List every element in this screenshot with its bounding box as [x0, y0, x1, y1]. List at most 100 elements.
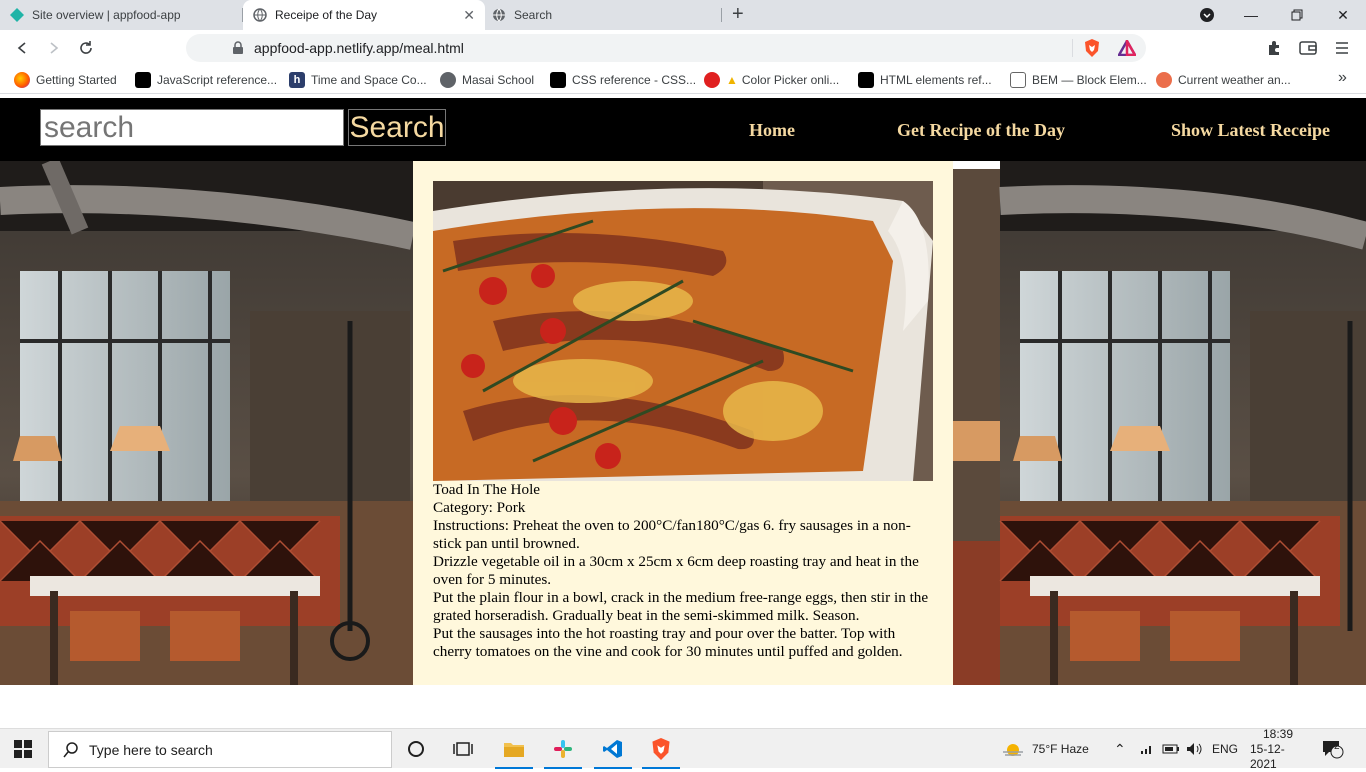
omnibox-divider [1072, 39, 1073, 57]
tab-divider [721, 8, 722, 22]
bookmark-label: Getting Started [36, 73, 117, 87]
haze-weather-icon [1003, 744, 1023, 756]
nav-recipe-of-the-day[interactable]: Get Recipe of the Day [897, 120, 1065, 141]
bookmarks-bar: Getting Started JavaScript reference... … [0, 66, 1366, 94]
brave-shield-icon[interactable] [1084, 39, 1100, 57]
input-language[interactable]: ENG [1212, 729, 1238, 769]
close-window-icon[interactable]: ✕ [1320, 0, 1366, 30]
bookmark-label: Color Picker onli... [741, 73, 840, 87]
mdn-icon [550, 72, 566, 88]
search-button[interactable]: Search [348, 109, 446, 146]
brave-browser-icon[interactable] [638, 729, 684, 769]
bookmark-current-weather[interactable]: Current weather an... [1156, 72, 1291, 88]
tab-receipe-of-the-day[interactable]: Receipe of the Day ✕ [243, 0, 485, 30]
bookmark-label: Masai School [462, 73, 535, 87]
show-hidden-icons-icon[interactable]: ⌃ [1114, 729, 1126, 769]
globe-icon [493, 8, 505, 22]
tab-label: Search [514, 8, 553, 22]
extensions-icon[interactable] [1262, 36, 1286, 60]
volume-icon[interactable] [1186, 729, 1202, 769]
taskbar-search-placeholder: Type here to search [89, 741, 213, 758]
bookmark-getting-started[interactable]: Getting Started [14, 72, 117, 88]
netlify-icon [10, 8, 24, 22]
firefox-icon [14, 72, 30, 88]
bookmark-label: CSS reference - CSS... [572, 73, 697, 87]
slack-icon[interactable] [540, 729, 586, 769]
reload-icon[interactable] [74, 36, 98, 60]
nav-latest-receipe[interactable]: Show Latest Receipe [1171, 120, 1330, 141]
instruction-step: Put the plain flour in a bowl, crack in … [433, 589, 929, 624]
bookmark-javascript-reference[interactable]: JavaScript reference... [135, 72, 277, 88]
globe-icon [253, 8, 267, 22]
minimize-icon[interactable]: — [1228, 0, 1274, 30]
menu-icon[interactable] [1330, 36, 1354, 60]
h-icon: h [289, 72, 305, 88]
bookmark-masai-school[interactable]: Masai School [440, 72, 534, 88]
bookmark-html-elements[interactable]: HTML elements ref... [858, 72, 992, 88]
restaurant-background-image [0, 161, 413, 685]
lock-icon [233, 41, 243, 54]
nav-home[interactable]: Home [749, 120, 795, 141]
meal-category: Category: Pork [433, 499, 526, 516]
bookmark-label: Time and Space Co... [311, 73, 427, 87]
weather-widget[interactable]: 75°F Haze [1002, 729, 1089, 769]
bookmarks-overflow-icon[interactable]: » [1338, 69, 1347, 87]
instruction-step: Put the sausages into the hot roasting t… [433, 625, 903, 660]
globe-icon [440, 72, 456, 88]
new-tab-icon[interactable]: + [732, 3, 744, 26]
back-icon[interactable] [10, 36, 34, 60]
tab-search[interactable]: Search [492, 0, 720, 30]
notification-count: 2 [1334, 741, 1340, 752]
bookmark-label: JavaScript reference... [157, 73, 278, 87]
tab-search-dropdown-icon[interactable] [1184, 0, 1230, 30]
tab-site-overview[interactable]: Site overview | appfood-app [10, 0, 242, 30]
weather-text: 75°F Haze [1032, 742, 1089, 756]
search-input[interactable] [40, 109, 344, 146]
windows-taskbar: Type here to search 75°F Haze ⌃ ENG 18:3… [0, 726, 1366, 771]
bookmark-bem[interactable]: BEM — Block Elem... [1010, 72, 1147, 88]
clock[interactable]: 18:39 15-12-2021 [1250, 726, 1306, 771]
bookmark-label: Current weather an... [1178, 73, 1291, 87]
forward-icon[interactable] [42, 36, 66, 60]
document-icon [1010, 72, 1026, 88]
address-bar[interactable]: appfood-app.netlify.app/meal.html [186, 34, 1146, 62]
instruction-step: Instructions: Preheat the oven to 200°C/… [433, 517, 911, 552]
windows-start-icon[interactable] [0, 729, 46, 769]
cortana-icon[interactable] [393, 729, 439, 769]
brave-rewards-icon[interactable] [1118, 40, 1136, 56]
bookmark-css-reference[interactable]: CSS reference - CSS... [550, 72, 696, 88]
notifications-icon[interactable]: 2 [1322, 729, 1344, 769]
meal-name: Toad In The Hole [433, 481, 541, 498]
meal-image [433, 181, 933, 481]
wallet-icon[interactable] [1296, 36, 1320, 60]
task-view-icon[interactable] [440, 729, 486, 769]
close-tab-icon[interactable]: ✕ [463, 7, 475, 24]
network-icon[interactable] [1140, 729, 1154, 769]
vscode-icon[interactable] [590, 729, 636, 769]
tab-label: Site overview | appfood-app [32, 8, 181, 22]
url-text: appfood-app.netlify.app/meal.html [254, 40, 464, 56]
browser-toolbar: appfood-app.netlify.app/meal.html [0, 30, 1366, 66]
bookmark-color-picker[interactable]: ▲ Color Picker onli... [704, 72, 839, 88]
browser-tab-strip: Site overview | appfood-app Receipe of t… [0, 0, 1366, 30]
search-icon [63, 741, 78, 757]
clock-time: 18:39 [1262, 726, 1294, 741]
meal-instructions: Instructions: Preheat the oven to 200°C/… [433, 517, 933, 661]
file-explorer-icon[interactable] [491, 729, 537, 769]
site-header: Search Home Get Recipe of the Day Show L… [0, 98, 1366, 161]
mdn-icon [858, 72, 874, 88]
weather-icon [1156, 72, 1172, 88]
color-picker-icon [704, 72, 720, 88]
clock-date: 15-12-2021 [1250, 741, 1285, 771]
bookmark-label: BEM — Block Elem... [1032, 73, 1147, 87]
restaurant-background-image [953, 161, 1366, 685]
thumbs-up-icon: ▲ [726, 73, 738, 87]
restore-icon[interactable] [1274, 0, 1320, 30]
bookmark-label: HTML elements ref... [880, 73, 992, 87]
battery-icon[interactable] [1162, 729, 1180, 769]
tab-label: Receipe of the Day [275, 8, 378, 22]
bookmark-time-and-space[interactable]: h Time and Space Co... [289, 72, 427, 88]
taskbar-search-box[interactable]: Type here to search [48, 731, 392, 768]
meal-card: Toad In The Hole Category: Pork Instruct… [413, 161, 953, 685]
instruction-step: Drizzle vegetable oil in a 30cm x 25cm x… [433, 553, 919, 588]
